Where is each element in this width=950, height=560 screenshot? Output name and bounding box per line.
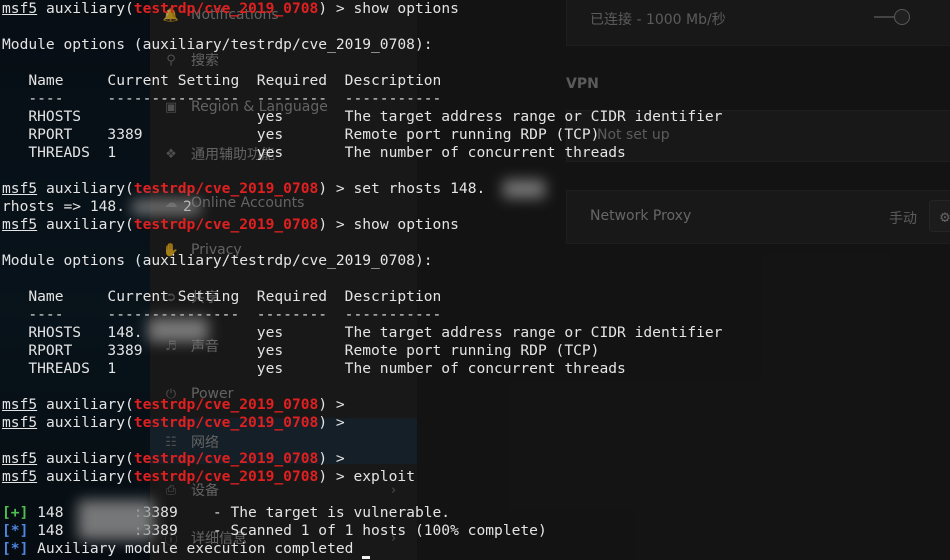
result-completed: [*] Auxiliary module execution completed <box>2 540 354 557</box>
terminal-prompt-line: msf5 auxiliary(testrdp/cve_2019_0708) > … <box>2 180 486 197</box>
terminal-prompt-line: msf5 auxiliary(testrdp/cve_2019_0708) > … <box>2 0 459 17</box>
terminal-window[interactable]: msf5 auxiliary(testrdp/cve_2019_0708) > … <box>0 0 950 560</box>
option-row-rhosts: RHOSTS 148. yes The target address range… <box>2 324 723 341</box>
result-vulnerable: [+] 148 :3389 - The target is vulnerable… <box>2 504 451 521</box>
terminal-prompt-line: msf5 auxiliary(testrdp/cve_2019_0708) > <box>2 396 345 413</box>
terminal-cursor <box>362 556 370 559</box>
option-row-threads: THREADS 1 yes The number of concurrent t… <box>2 360 626 377</box>
terminal-prompt-line: msf5 auxiliary(testrdp/cve_2019_0708) > <box>2 414 345 431</box>
options-columns-rule: ---- --------------- -------- ----------… <box>2 90 442 107</box>
options-columns-rule: ---- --------------- -------- ----------… <box>2 306 442 323</box>
option-row-rport: RPORT 3389 yes Remote port running RDP (… <box>2 126 600 143</box>
module-options-header: Module options (auxiliary/testrdp/cve_20… <box>2 36 433 53</box>
redacted-ip <box>78 500 154 540</box>
redacted-ip <box>148 318 208 342</box>
terminal-prompt-line: msf5 auxiliary(testrdp/cve_2019_0708) > … <box>2 468 415 485</box>
options-columns-header: Name Current Setting Required Descriptio… <box>2 72 442 89</box>
option-row-rport: RPORT 3389 yes Remote port running RDP (… <box>2 342 600 359</box>
redacted-ip <box>503 180 545 198</box>
module-options-header: Module options (auxiliary/testrdp/cve_20… <box>2 252 433 269</box>
option-row-rhosts: RHOSTS yes The target address range or C… <box>2 108 723 125</box>
terminal-prompt-line: msf5 auxiliary(testrdp/cve_2019_0708) > <box>2 450 345 467</box>
options-columns-header: Name Current Setting Required Descriptio… <box>2 288 442 305</box>
redacted-ip <box>132 200 200 214</box>
terminal-prompt-line: msf5 auxiliary(testrdp/cve_2019_0708) > … <box>2 216 459 233</box>
option-row-threads: THREADS 1 yes The number of concurrent t… <box>2 144 626 161</box>
